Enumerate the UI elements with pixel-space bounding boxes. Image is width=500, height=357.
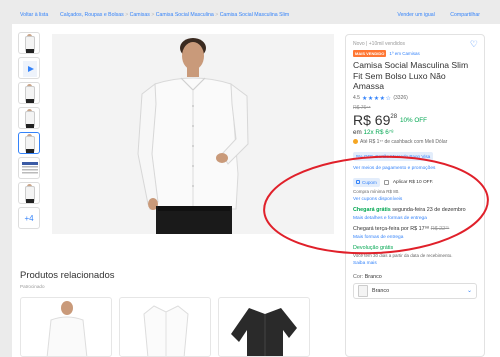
price-cents: 28 xyxy=(390,113,398,120)
thumbnail[interactable] xyxy=(18,32,40,54)
price: R$ 69 xyxy=(353,111,391,128)
play-icon xyxy=(23,61,37,77)
related-product-card[interactable] xyxy=(218,297,310,357)
related-product-image xyxy=(143,305,189,356)
share-link[interactable]: Compartilhar xyxy=(450,12,480,18)
thumbnail-selected[interactable] xyxy=(18,132,40,154)
color-value: Branco xyxy=(364,273,382,280)
breadcrumb-item[interactable]: Camisa Social Masculina xyxy=(156,12,214,18)
size-chart-icon xyxy=(22,162,38,174)
top-navigation: Voltar à lista Calçados, Roupas e Bolsas… xyxy=(0,0,500,22)
coupon-tag: Cupom xyxy=(353,177,380,187)
product-main-image[interactable] xyxy=(52,34,334,234)
buy-box: Novo | +10mil vendidos ♡ MAIS VENDIDO 1º… xyxy=(345,34,485,357)
cashback-text: Até R$ 1⁷⁷ de cashback com Meli Dólar xyxy=(360,138,448,145)
color-select[interactable]: Branco ⌄ xyxy=(353,282,477,299)
related-products-subtitle: Patrocinado xyxy=(20,284,45,289)
ranking-link[interactable]: 1º em Camisas xyxy=(389,51,419,56)
video-thumbnail[interactable] xyxy=(18,57,40,79)
related-product-card[interactable] xyxy=(119,297,211,357)
top-actions: Vender um igual Compartilhar xyxy=(383,12,480,18)
related-product-image xyxy=(46,301,88,356)
color-swatch xyxy=(358,284,368,297)
color-label: Cor: Branco xyxy=(353,274,477,280)
size-chart-thumbnail[interactable] xyxy=(18,157,40,179)
related-product-image xyxy=(231,308,297,356)
paid-shipping-text: Chegará terça-feira por R$ 17⁹⁸ xyxy=(353,225,431,232)
more-shipping-link[interactable]: Mais formas de entrega xyxy=(353,235,477,240)
installments-prefix: em xyxy=(353,128,364,136)
paid-shipping: Chegará terça-feira por R$ 17⁹⁸ R$ 22⁷⁵ xyxy=(353,226,477,232)
favorite-heart-icon[interactable]: ♡ xyxy=(470,39,478,50)
shipping-details-link[interactable]: Mais detalhes e formas de entrega xyxy=(353,216,477,221)
breadcrumb-item[interactable]: Camisas xyxy=(130,12,150,18)
rating[interactable]: 4.5 ★★★★☆ (3326) xyxy=(353,95,477,102)
coupon-row: Cupom Aplicar R$ 10 OFF. xyxy=(353,177,477,187)
related-product-card[interactable] xyxy=(20,297,112,357)
rating-stars-icon: ★★★★☆ xyxy=(361,95,392,102)
paid-shipping-old: R$ 22⁷⁵ xyxy=(430,225,450,232)
rating-value: 4.5 xyxy=(353,95,360,101)
thumbnail[interactable] xyxy=(18,182,40,204)
product-card: +4 Novo | +10mil vendidos ♡ MAIS VENDIDO… xyxy=(12,24,500,357)
badges: MAIS VENDIDO 1º em Camisas xyxy=(353,50,477,57)
thumbnail[interactable] xyxy=(18,82,40,104)
apply-coupon-label[interactable]: Aplicar R$ 10 OFF. xyxy=(393,180,434,185)
more-images-button[interactable]: +4 xyxy=(18,207,40,229)
product-status: Novo | +10mil vendidos xyxy=(353,41,406,47)
free-shipping: Chegará grátis segunda-feira 23 de dezem… xyxy=(353,207,477,213)
breadcrumb-item[interactable]: Camisa Social Masculina Slim xyxy=(220,12,289,18)
free-shipping-date: segunda-feira 23 de dezembro xyxy=(390,206,466,213)
installments-value: 12x R$ 6⁷⁸ xyxy=(363,128,394,136)
card-promo-badge: 5% OFF. Cartão Mercado Pago Visa xyxy=(353,151,434,161)
related-products-title: Produtos relacionados xyxy=(20,270,115,281)
color-select-value: Branco xyxy=(372,287,390,294)
coin-icon xyxy=(353,139,358,144)
discount-label: 10% OFF xyxy=(400,116,427,124)
returns-text: Você tem 30 dias a partir da data de rec… xyxy=(353,252,453,258)
coupon-icon xyxy=(356,180,360,184)
color-label-text: Cor: xyxy=(353,273,365,280)
breadcrumb: Calçados, Roupas e Bolsas > Camisas > Ca… xyxy=(60,12,289,18)
free-shipping-label: Chegará grátis xyxy=(353,206,391,213)
price-line: R$ 69 28 10% OFF xyxy=(353,112,477,128)
cashback: Até R$ 1⁷⁷ de cashback com Meli Dólar xyxy=(353,139,477,145)
breadcrumb-item[interactable]: Calçados, Roupas e Bolsas xyxy=(60,12,124,18)
available-coupons-link[interactable]: Ver cupons disponíveis xyxy=(353,197,477,202)
thumbnail-gallery: +4 xyxy=(18,32,44,232)
coupon-label: Cupom xyxy=(362,179,377,185)
chevron-down-icon: ⌄ xyxy=(466,288,472,294)
sell-similar-link[interactable]: Vender um igual xyxy=(397,12,435,18)
payment-methods-link[interactable]: Ver meios de pagamento e promoções xyxy=(353,166,477,171)
best-seller-badge: MAIS VENDIDO xyxy=(353,50,387,57)
rating-count: (3326) xyxy=(393,95,408,101)
free-returns-label: Devolução grátis xyxy=(353,244,394,251)
returns-learn-more-link[interactable]: Saiba mais xyxy=(353,261,477,266)
coupon-minimum: Compra mínima R$ 80. xyxy=(353,188,400,194)
apply-coupon-checkbox[interactable] xyxy=(383,179,389,185)
product-title: Camisa Social Masculina Slim Fit Sem Bol… xyxy=(353,60,469,91)
installments: em 12x R$ 6⁷⁸ xyxy=(353,129,477,136)
thumbnail[interactable] xyxy=(18,107,40,129)
shirt-model-image xyxy=(52,34,334,234)
back-to-list-link[interactable]: Voltar à lista xyxy=(20,12,48,18)
old-price: R$ 76⁹⁸ xyxy=(353,104,371,111)
